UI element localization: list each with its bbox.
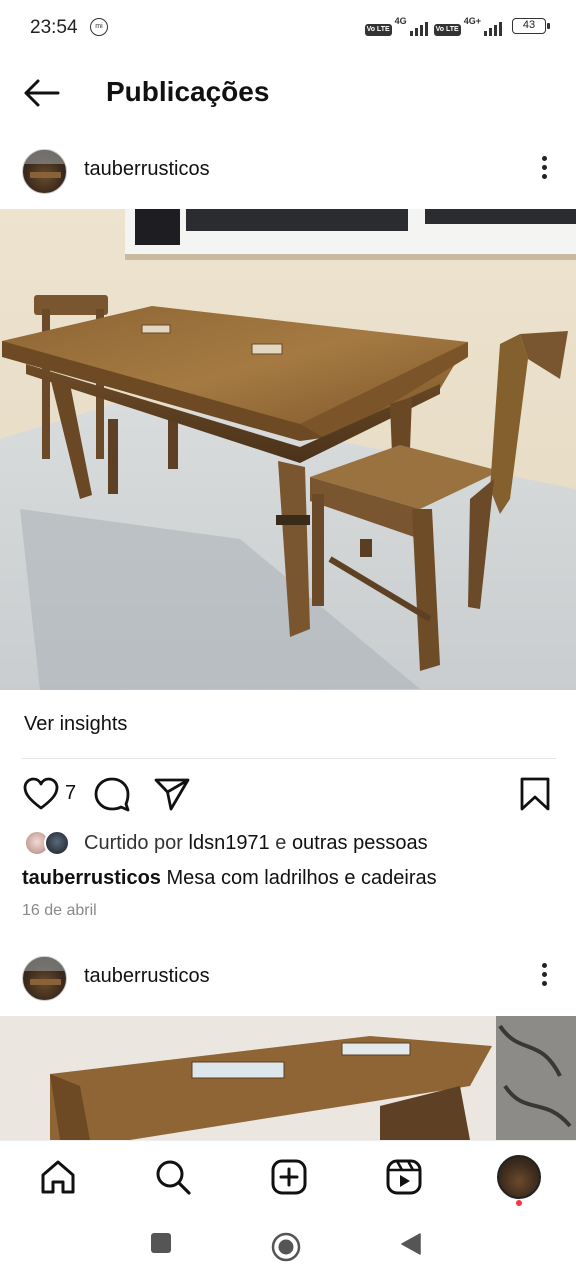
battery-indicator: 43 xyxy=(512,18,550,34)
home-icon[interactable] xyxy=(38,1157,78,1197)
caption-username[interactable]: tauberrusticos xyxy=(22,867,161,889)
reels-icon[interactable] xyxy=(384,1157,424,1197)
liked-by-user[interactable]: ldsn1971 xyxy=(189,832,270,854)
network-type: 4G xyxy=(394,16,407,26)
post-image[interactable] xyxy=(0,209,576,690)
liker-avatar xyxy=(44,830,70,856)
post-caption: tauberrusticos Mesa com ladrilhos e cade… xyxy=(22,867,437,890)
like-count[interactable]: 7 xyxy=(65,782,76,805)
notification-dot xyxy=(516,1200,522,1206)
page-title: Publicações xyxy=(106,76,270,107)
bottom-navigation xyxy=(0,1140,576,1216)
back-arrow-icon[interactable] xyxy=(22,78,62,108)
post-header: tauberrusticos xyxy=(0,946,576,1010)
comment-icon[interactable] xyxy=(93,776,131,812)
volte-badge: Vo LTE xyxy=(364,24,392,36)
profile-avatar[interactable] xyxy=(497,1155,541,1199)
sim2-signal: Vo LTE 4G+ xyxy=(433,16,502,36)
add-post-icon[interactable] xyxy=(269,1157,309,1197)
circle-icon[interactable] xyxy=(271,1232,301,1262)
post-username[interactable]: tauberrusticos xyxy=(84,965,210,988)
more-options-icon[interactable] xyxy=(536,960,552,996)
more-options-icon[interactable] xyxy=(536,153,552,189)
avatar[interactable] xyxy=(22,149,67,194)
bookmark-icon[interactable] xyxy=(518,776,552,812)
post-username[interactable]: tauberrusticos xyxy=(84,158,210,181)
volte-badge: Vo LTE xyxy=(433,24,461,36)
table-photo xyxy=(0,1016,576,1140)
signal-bars-icon xyxy=(409,20,428,36)
post-date: 16 de abril xyxy=(22,902,97,919)
liked-by-others[interactable]: outras pessoas xyxy=(292,832,428,854)
network-type: 4G+ xyxy=(463,16,481,26)
post-actions: 7 xyxy=(0,772,576,816)
sim1-signal: Vo LTE 4G xyxy=(364,16,428,36)
search-icon[interactable] xyxy=(153,1157,193,1197)
liked-by-row[interactable]: Curtido por ldsn1971 e outras pessoas xyxy=(22,828,562,858)
table-photo xyxy=(0,209,576,690)
status-bar: 23:54 mi Vo LTE 4G Vo LTE 4G+ 43 xyxy=(0,0,576,56)
square-icon[interactable] xyxy=(150,1232,172,1254)
send-icon[interactable] xyxy=(153,776,191,812)
status-time: 23:54 xyxy=(30,17,78,38)
divider xyxy=(22,758,556,759)
mi-notification-icon: mi xyxy=(90,18,108,36)
caption-text: Mesa com ladrilhos e cadeiras xyxy=(166,867,437,889)
post-image[interactable] xyxy=(0,1016,576,1140)
status-indicators: Vo LTE 4G Vo LTE 4G+ 43 xyxy=(364,16,550,36)
triangle-back-icon[interactable] xyxy=(400,1232,422,1256)
avatar[interactable] xyxy=(22,956,67,1001)
signal-bars-icon xyxy=(484,20,502,36)
post-header: tauberrusticos xyxy=(0,139,576,203)
system-navigation-bar xyxy=(0,1216,576,1280)
liked-by-text: Curtido por ldsn1971 e outras pessoas xyxy=(84,832,428,854)
view-insights-link[interactable]: Ver insights xyxy=(24,713,127,736)
page-header: Publicações xyxy=(0,60,576,126)
heart-icon[interactable] xyxy=(22,776,60,812)
